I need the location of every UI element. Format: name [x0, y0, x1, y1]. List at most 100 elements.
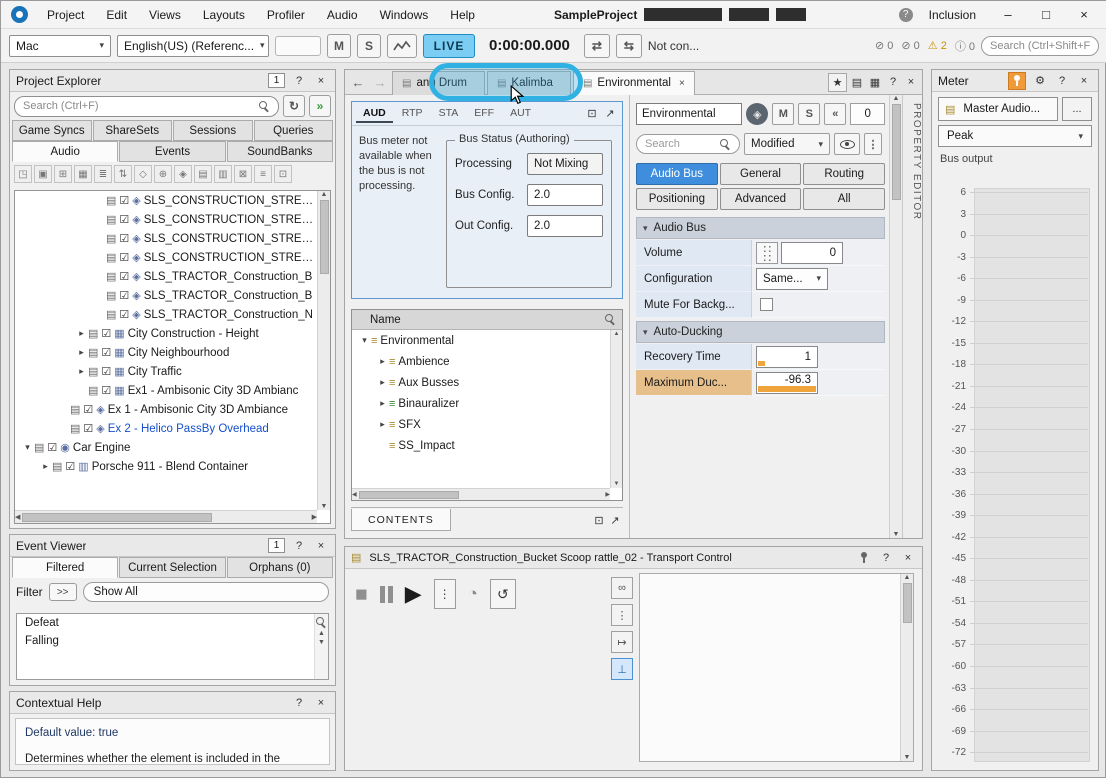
scroll-up-icon[interactable]: ▲: [318, 630, 325, 637]
bus-tree-row[interactable]: ▸ ≡ Binauralizer: [352, 393, 610, 414]
tree-row[interactable]: ▤ ☑ ◈ SLS_TRACTOR_Construction_B: [15, 267, 317, 286]
tree-row[interactable]: ▸ ▤ ☑ ▦ City Construction - Height: [15, 324, 317, 343]
remote-connect-icon[interactable]: ⇄: [584, 34, 610, 58]
expander-icon[interactable]: ▸: [376, 356, 389, 367]
include-checkbox[interactable]: ☑: [101, 327, 111, 340]
include-checkbox[interactable]: ☑: [119, 308, 129, 321]
expander-icon[interactable]: ▸: [75, 366, 88, 377]
filter-expand-button[interactable]: >>: [49, 583, 77, 601]
help-icon[interactable]: ?: [291, 73, 307, 89]
tree-toolbar-icon[interactable]: ▥: [214, 165, 232, 183]
expander-icon[interactable]: ▸: [75, 328, 88, 339]
eye-icon[interactable]: [834, 133, 860, 155]
scroll-down-icon[interactable]: ▼: [318, 639, 325, 646]
help-icon[interactable]: ?: [291, 538, 307, 554]
empty-toolbar-control[interactable]: [275, 36, 321, 56]
vertical-scrollbar[interactable]: ▲▼: [610, 330, 622, 488]
search-icon[interactable]: [316, 617, 327, 628]
bus-config-value[interactable]: 2.0: [527, 184, 603, 206]
vertical-scrollbar[interactable]: ▲▼: [317, 191, 330, 510]
close-icon[interactable]: ×: [313, 73, 329, 89]
tree-toolbar-icon[interactable]: ◳: [14, 165, 32, 183]
property-tab[interactable]: Audio Bus: [636, 163, 718, 185]
transport-menu-icon[interactable]: ⋮: [434, 579, 456, 609]
tree-row[interactable]: ▸ ▤ ☑ ▦ City Traffic: [15, 362, 317, 381]
save-icon[interactable]: ▦: [867, 74, 883, 90]
event-list-item[interactable]: Defeat: [17, 614, 328, 632]
original-link-icon[interactable]: ∞: [611, 577, 633, 599]
include-checkbox[interactable]: ☑: [119, 270, 129, 283]
mute-button[interactable]: M: [772, 103, 794, 125]
tree-row[interactable]: ▤ ☑ ◈ SLS_CONSTRUCTION_STREET_: [15, 248, 317, 267]
scrollbar-thumb[interactable]: [359, 491, 459, 499]
expand-icon[interactable]: ⊡: [584, 106, 600, 122]
solo-button[interactable]: S: [798, 103, 820, 125]
tree-row[interactable]: ▾ ▤ ☑ ◉ Car Engine: [15, 438, 317, 457]
bus-editor-tab[interactable]: STA: [432, 105, 466, 123]
recovery-time-value[interactable]: 1: [756, 346, 818, 368]
tree-toolbar-icon[interactable]: ⊠: [234, 165, 252, 183]
popout-icon[interactable]: ↗: [602, 106, 618, 122]
modified-filter-select[interactable]: Modified ▾: [744, 133, 830, 155]
explorer-tab[interactable]: Events: [119, 141, 225, 162]
stop-button[interactable]: ■: [355, 584, 368, 605]
scrollbar-thumb[interactable]: [22, 513, 212, 522]
expand-icon[interactable]: ⊡: [591, 513, 607, 529]
search-input[interactable]: Search (Ctrl+F): [14, 96, 279, 117]
explorer-tab[interactable]: ShareSets: [93, 120, 173, 141]
object-name-input[interactable]: Environmental: [636, 103, 742, 125]
error-icon[interactable]: ⊘: [901, 40, 910, 52]
forward-icon[interactable]: →: [370, 72, 390, 92]
instance-badge[interactable]: 1: [268, 538, 285, 553]
close-icon[interactable]: ×: [313, 695, 329, 711]
tree-row[interactable]: ▤ ☑ ◈ SLS_CONSTRUCTION_STREET_: [15, 229, 317, 248]
section-header-audio-bus[interactable]: ▾ Audio Bus: [636, 217, 885, 239]
pin-icon[interactable]: [856, 550, 872, 566]
close-icon[interactable]: ×: [903, 74, 919, 90]
explorer-tab[interactable]: Queries: [254, 120, 334, 141]
remote-platform-icon[interactable]: ⇆: [616, 34, 642, 58]
expander-icon[interactable]: ▸: [75, 347, 88, 358]
mute-background-checkbox[interactable]: [760, 298, 773, 311]
include-checkbox[interactable]: ☑: [119, 213, 129, 226]
pause-button[interactable]: [380, 586, 393, 603]
tree-toolbar-icon[interactable]: ⊕: [154, 165, 172, 183]
close-icon[interactable]: ×: [900, 550, 916, 566]
include-checkbox[interactable]: ☑: [119, 194, 129, 207]
help-icon[interactable]: ?: [291, 695, 307, 711]
include-checkbox[interactable]: ☑: [83, 403, 93, 416]
include-checkbox[interactable]: ☑: [101, 365, 111, 378]
tree-toolbar-icon[interactable]: ▣: [34, 165, 52, 183]
object-icon-button[interactable]: ◈: [746, 103, 768, 125]
loop-icon[interactable]: ↺: [490, 579, 516, 609]
popout-icon[interactable]: ↗: [607, 513, 623, 529]
out-config-value[interactable]: 2.0: [527, 215, 603, 237]
tree-toolbar-icon[interactable]: ⊞: [54, 165, 72, 183]
document-tab[interactable]: ▤ Kalimba: [487, 71, 571, 95]
tree-toolbar-icon[interactable]: ▤: [194, 165, 212, 183]
tree-toolbar-icon[interactable]: ◈: [174, 165, 192, 183]
horizontal-scrollbar[interactable]: ◀▶: [352, 488, 610, 500]
expander-icon[interactable]: ▾: [21, 442, 34, 453]
tree-row[interactable]: ▸ ▤ ☑ ▥ Porsche 911 - Blend Container: [15, 457, 317, 476]
gear-icon[interactable]: ⚙: [1032, 73, 1048, 89]
error-icon[interactable]: ⊘: [875, 40, 884, 52]
expander-icon[interactable]: ▸: [376, 398, 389, 409]
document-tab[interactable]: ▤ Environmental ×: [573, 71, 695, 95]
minimize-button[interactable]: –: [991, 2, 1025, 28]
include-checkbox[interactable]: ☑: [119, 289, 129, 302]
vertical-scrollbar[interactable]: ▲▼: [900, 574, 913, 761]
expander-icon[interactable]: ▸: [39, 461, 52, 472]
menu-item-inclusion[interactable]: Inclusion: [918, 1, 987, 29]
scrollbar-thumb[interactable]: [892, 104, 901, 200]
column-header-name[interactable]: Name: [358, 314, 401, 326]
property-tab[interactable]: General: [720, 163, 802, 185]
filter-select[interactable]: Show All: [83, 582, 329, 602]
bus-editor-tab[interactable]: RTP: [395, 105, 430, 123]
property-tab[interactable]: Routing: [803, 163, 885, 185]
maximum-ducking-value[interactable]: -96.3: [756, 372, 818, 394]
tree-row[interactable]: ▸ ▤ ☑ ▦ City Neighbourhood: [15, 343, 317, 362]
more-button[interactable]: ...: [1062, 97, 1092, 121]
menu-item[interactable]: Edit: [95, 1, 138, 29]
bus-tree-row[interactable]: ▾ ≡ Environmental: [352, 330, 610, 351]
